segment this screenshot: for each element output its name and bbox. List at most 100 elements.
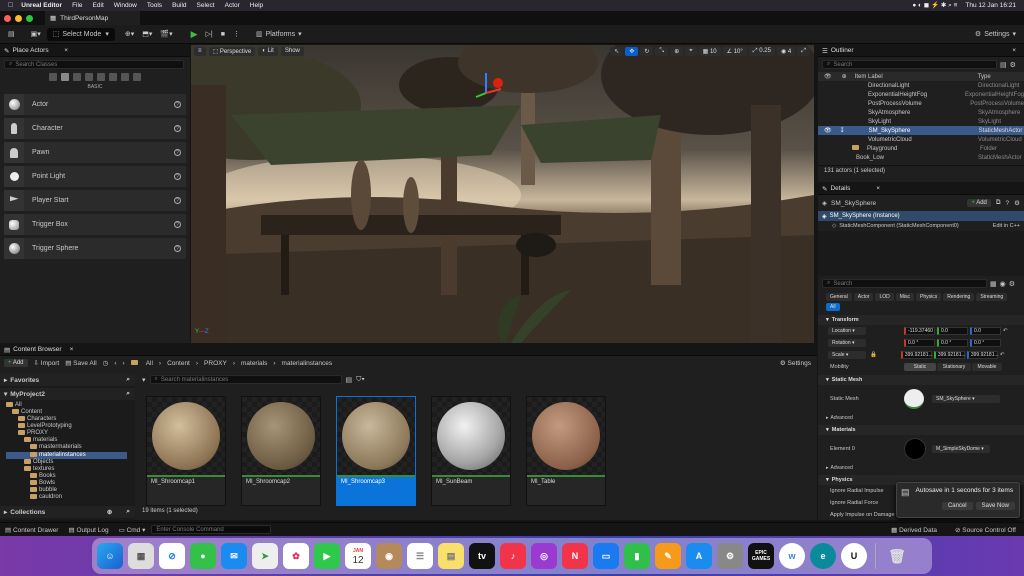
show-button[interactable]: Show [280, 47, 304, 56]
platforms-dropdown[interactable]: ▥ Platforms ▾ [250, 28, 308, 41]
scale-dropdown[interactable]: Scale ▾ [828, 351, 866, 359]
details-search-input[interactable]: ⌕ Search [822, 279, 987, 288]
filter-all[interactable]: All [826, 303, 840, 311]
photos-icon[interactable]: ✿ [283, 543, 309, 569]
import-button[interactable]: ⇩ Import [34, 359, 60, 367]
location-z-input[interactable]: 0.0 [970, 327, 1001, 335]
mobility-movable[interactable]: Movable [972, 363, 1002, 371]
add-actor-icon[interactable]: ⊕▾ [121, 28, 138, 41]
asset-tile[interactable]: MI_Shroomcap2 [241, 396, 321, 506]
eye-icon[interactable]: 👁 [824, 127, 832, 134]
maximize-viewport-icon[interactable]: ⤢ [797, 47, 810, 56]
reminders-icon[interactable]: ☰ [407, 543, 433, 569]
help-icon[interactable]: ? [1006, 200, 1010, 207]
facetime-icon[interactable]: ▶ [314, 543, 340, 569]
filter-options-icon[interactable]: ⛉▾ [356, 376, 365, 384]
outliner-row[interactable]: VolumetricCloud VolumetricCloud [818, 135, 1024, 144]
select-tool-icon[interactable]: ↖ [610, 47, 624, 56]
filter-general[interactable]: General [826, 293, 852, 301]
outliner-row[interactable]: Book_Low StaticMeshActor [818, 153, 1024, 162]
viewport-menu-icon[interactable]: ≡ [194, 47, 206, 56]
edit-cpp-link[interactable]: Edit in C++ [993, 223, 1020, 229]
scale-tool-icon[interactable]: ⤡ [655, 47, 669, 56]
collections-section[interactable]: ▸ Collections ⊕ ⌕ [0, 506, 135, 518]
material-dropdown[interactable]: M_SimpleSkyDome ▾ [932, 445, 990, 453]
tree-item[interactable]: PROXY [6, 430, 135, 437]
basic-icon[interactable] [61, 73, 69, 81]
all-classes-icon[interactable] [133, 73, 141, 81]
edge-icon[interactable]: e [810, 543, 836, 569]
help-icon[interactable]: ? [174, 149, 181, 156]
mail-icon[interactable]: ✉ [221, 543, 247, 569]
content-drawer-button[interactable]: ▤ Content Drawer [5, 526, 58, 534]
place-actors-tab[interactable]: ✎ Place Actors × [0, 45, 190, 57]
close-tab-icon[interactable]: × [64, 47, 68, 54]
visibility-col-icon[interactable]: 👁 [824, 73, 832, 80]
component-row[interactable]: ◇ StaticMeshComponent (StaticMeshCompone… [818, 221, 1024, 231]
material-thumbnail[interactable] [904, 438, 926, 460]
actor-item-pawn[interactable]: Pawn ? [4, 142, 186, 163]
finder-icon[interactable]: ☺ [97, 543, 123, 569]
reset-icon[interactable]: ↶ [1003, 328, 1008, 334]
forward-icon[interactable]: › [123, 360, 125, 367]
tree-item[interactable]: bubble [6, 486, 135, 494]
actor-item-trigger-sphere[interactable]: Trigger Sphere ? [4, 238, 186, 259]
keynote-icon[interactable]: ▭ [593, 543, 619, 569]
mobility-static[interactable]: Static [904, 363, 936, 371]
close-tab-icon[interactable]: × [876, 185, 880, 192]
help-icon[interactable]: ? [174, 221, 181, 228]
content-settings-button[interactable]: ⚙ Settings [780, 359, 811, 367]
perspective-button[interactable]: ⬚ Perspective [208, 47, 256, 56]
play-options-icon[interactable]: ⋮ [229, 28, 244, 41]
close-window-icon[interactable] [4, 14, 11, 22]
breadcrumb-materials[interactable]: materials [241, 360, 267, 367]
menu-build[interactable]: Build [172, 2, 186, 9]
rotation-z-input[interactable]: 0.0 ° [970, 339, 1001, 347]
outliner-row[interactable]: SkyAtmosphere SkyAtmosphere [818, 108, 1024, 117]
outliner-row[interactable]: ExponentialHeightFog ExponentialHeightFog [818, 90, 1024, 99]
settings-icon[interactable]: ⚙ [1014, 199, 1020, 207]
select-mode-dropdown[interactable]: ⬚ Select Mode ▾ [46, 27, 115, 41]
settings-icon[interactable]: ⚙ [1009, 280, 1015, 288]
details-tab[interactable]: ✎ Details × [818, 183, 1024, 195]
scale-snap-button[interactable]: ⤢ 0.25 [748, 47, 775, 56]
filter-icon[interactable]: ▾ [142, 376, 146, 384]
level-viewport[interactable]: ≡ ⬚ Perspective ◐ Lit Show ↖ ✥ ↻ ⤡ ⊕ ⌖ ▦… [191, 45, 814, 343]
materials-category[interactable]: ▾ Materials [818, 425, 1024, 435]
help-icon[interactable]: ? [174, 245, 181, 252]
mobility-stationary[interactable]: Stationary [937, 363, 971, 371]
actor-item-actor[interactable]: Actor ? [4, 94, 186, 115]
content-browser-tab[interactable]: ▤ Content Browser × [0, 344, 817, 356]
apple-icon[interactable]:  [8, 2, 13, 9]
tree-item-selected[interactable]: materialinstances [6, 451, 127, 459]
menu-help[interactable]: Help [250, 2, 263, 9]
back-icon[interactable]: ‹ [114, 360, 116, 367]
numbers-icon[interactable]: ▮ [624, 543, 650, 569]
static-mesh-thumbnail[interactable] [904, 389, 924, 409]
recent-icon[interactable] [49, 73, 57, 81]
search-icon[interactable]: ⌕ [126, 376, 130, 384]
grid-snap-button[interactable]: ▦ 10 [698, 47, 721, 56]
tree-item[interactable]: Books [6, 472, 135, 480]
filter-lod[interactable]: LOD [875, 293, 894, 301]
autosave-save-now-button[interactable]: Save Now [975, 502, 1015, 510]
apple-tv-icon[interactable]: tv [469, 543, 495, 569]
static-mesh-dropdown[interactable]: SM_SkySphere ▾ [932, 395, 1000, 403]
rotate-tool-icon[interactable]: ↻ [640, 47, 654, 56]
transform-category[interactable]: ▾ Transform [818, 315, 1024, 325]
console-input[interactable]: Enter Console Command [151, 525, 272, 534]
tree-item[interactable]: textures [6, 465, 135, 473]
rotation-x-input[interactable]: 0.0 ° [904, 339, 935, 347]
actor-item-trigger-box[interactable]: Trigger Box ? [4, 214, 186, 235]
system-preferences-icon[interactable]: ⚙ [717, 543, 743, 569]
rotation-snap-button[interactable]: ∠ 10° [722, 47, 747, 56]
outliner-row[interactable]: Playground Folder [818, 144, 1024, 153]
minimize-window-icon[interactable] [15, 14, 22, 22]
asset-search-input[interactable]: ⌕ Search materialinstances [149, 375, 342, 384]
filter-streaming[interactable]: Streaming [976, 293, 1008, 301]
maps-icon[interactable]: ➤ [252, 543, 278, 569]
help-icon[interactable]: ? [174, 197, 181, 204]
reset-icon[interactable]: ↶ [1000, 352, 1005, 358]
menu-window[interactable]: Window [114, 2, 137, 9]
volumes-icon[interactable] [121, 73, 129, 81]
